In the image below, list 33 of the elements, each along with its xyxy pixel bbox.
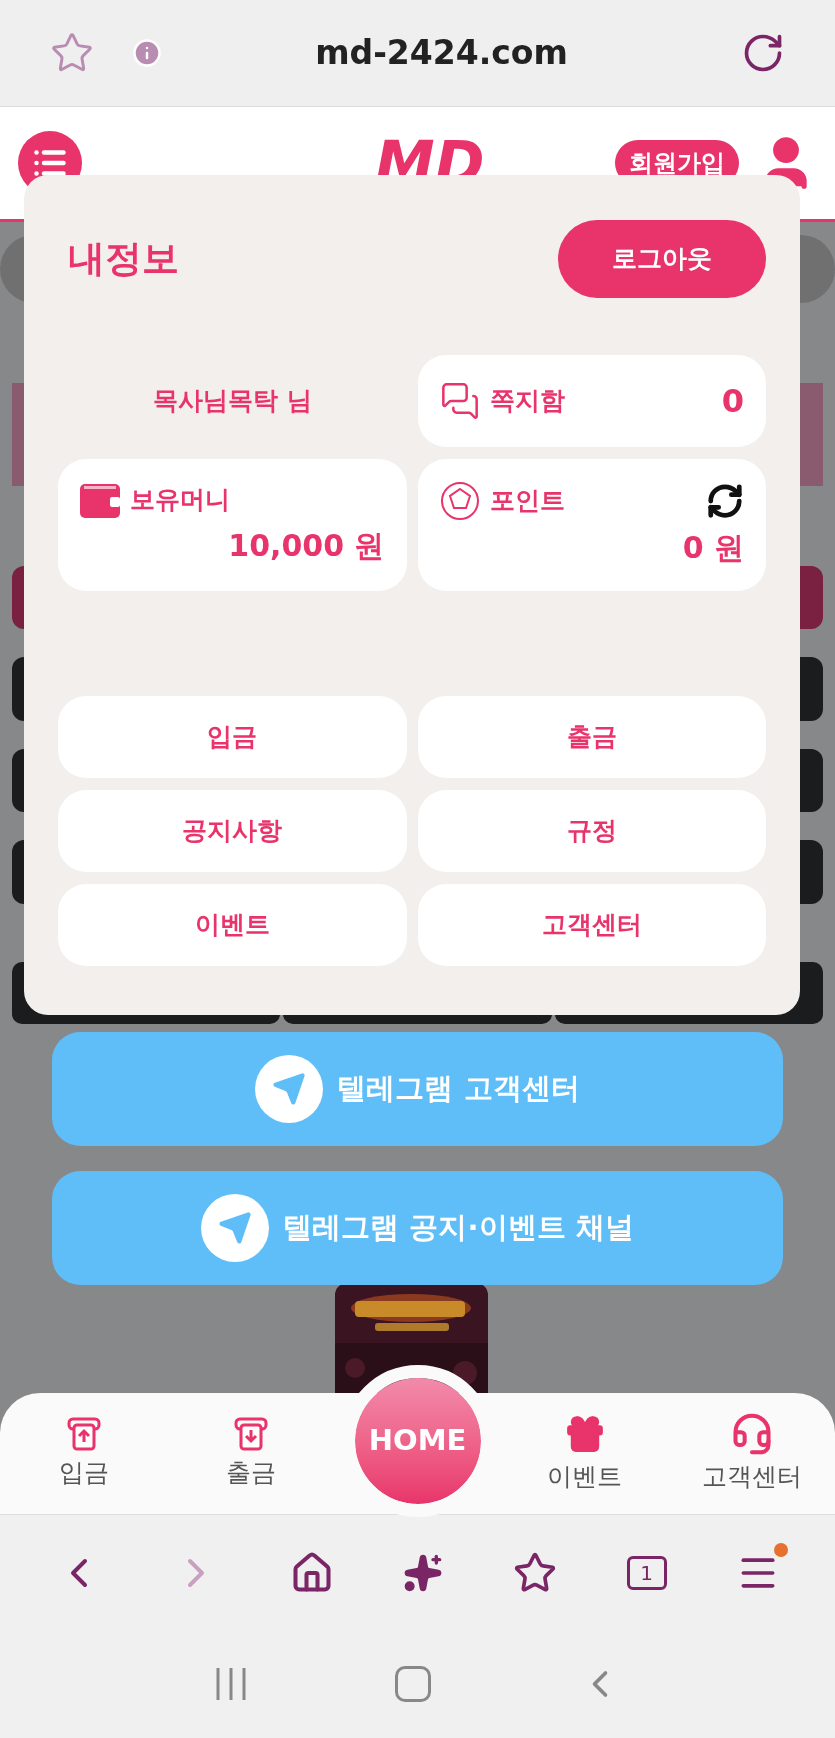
menu-item-button[interactable]: 고객센터: [417, 884, 766, 966]
tabs-button[interactable]: 1: [626, 1555, 667, 1590]
username-text: 목사님목탁 님: [152, 385, 312, 418]
info-icon[interactable]: [132, 38, 162, 68]
money-amount: 10,000 원: [228, 526, 385, 565]
menu-item-button[interactable]: 입금: [58, 696, 407, 778]
deposit-icon: [65, 1415, 102, 1452]
messages-label: 쪽지함: [489, 385, 565, 418]
url-text[interactable]: md-2424.com: [162, 28, 741, 78]
menu-item-button[interactable]: 규정: [417, 790, 766, 872]
home-nav-icon[interactable]: [394, 1666, 431, 1702]
telegram-button[interactable]: 텔레그램 공지·이벤트 채널: [52, 1171, 783, 1285]
money-label: 보유머니: [130, 484, 230, 516]
nav-label[interactable]: 이벤트: [547, 1457, 622, 1496]
refresh-icon[interactable]: [706, 482, 744, 520]
withdraw-icon: [232, 1415, 269, 1452]
messages-count: 0: [721, 381, 744, 422]
nav-label[interactable]: 출금: [225, 1453, 276, 1492]
messages-card[interactable]: 쪽지함 0: [417, 355, 766, 447]
nav-label[interactable]: 입금: [58, 1453, 109, 1492]
logout-button[interactable]: 로그아웃: [558, 220, 766, 298]
menu-item-button[interactable]: 출금: [417, 696, 766, 778]
menu-item-button[interactable]: 공지사항: [58, 790, 407, 872]
telegram-button[interactable]: 텔레그램 고객센터: [52, 1032, 783, 1146]
sparkles-icon[interactable]: [403, 1552, 444, 1593]
points-label: 포인트: [489, 485, 565, 518]
nav-label[interactable]: 고객센터: [701, 1457, 802, 1496]
menu-item-button[interactable]: 이벤트: [58, 884, 407, 966]
wallet-icon: [80, 481, 120, 518]
points-amount: 0 원: [682, 529, 744, 567]
chat-bubbles-icon: [439, 381, 480, 421]
point-badge-icon: [439, 481, 480, 521]
panel-title: 내정보: [68, 236, 179, 283]
